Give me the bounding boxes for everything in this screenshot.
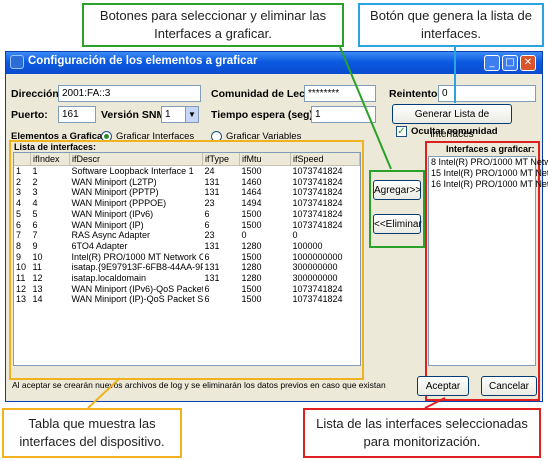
arrow-lista [424,397,446,409]
arrow-tabla [87,377,121,409]
callout-arrows [87,46,456,409]
arrow-botones [339,46,392,170]
